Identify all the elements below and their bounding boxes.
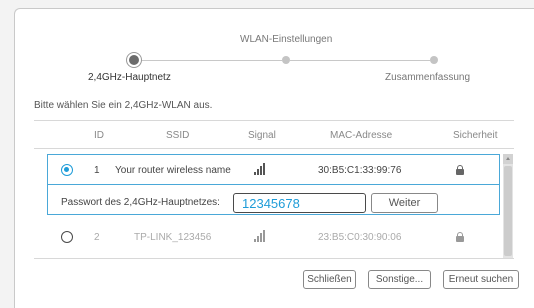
progress-line-right	[290, 60, 430, 61]
next-button[interactable]: Weiter	[371, 193, 438, 213]
step-3-indicator	[430, 56, 438, 64]
password-label: Passwort des 2,4GHz-Hauptnetzes:	[61, 197, 220, 208]
lock-icon	[456, 165, 464, 175]
close-button[interactable]: Schließen	[303, 270, 356, 289]
header-security: Sicherheit	[453, 130, 498, 141]
rescan-button[interactable]: Erneut suchen	[443, 270, 519, 289]
table-scrollbar[interactable]	[503, 154, 513, 258]
step-1-label: 2,4GHz-Hauptnetz	[88, 72, 171, 83]
header-id: ID	[94, 130, 104, 141]
other-button[interactable]: Sonstige...	[368, 270, 431, 289]
selected-row-divider	[48, 184, 499, 185]
row-1-radio[interactable]	[61, 164, 73, 176]
signal-strength-icon	[254, 230, 268, 242]
row-2-radio[interactable]	[61, 231, 73, 243]
footer-divider	[34, 258, 514, 259]
password-input[interactable]	[233, 193, 366, 213]
progress-line-left	[134, 60, 282, 61]
header-signal: Signal	[248, 130, 276, 141]
step-3-label: Zusammenfassung	[385, 72, 471, 83]
step-2-label: WLAN-Einstellungen	[240, 34, 333, 45]
row-1-mac: 30:B5:C1:33:99:76	[318, 165, 402, 176]
header-ssid: SSID	[166, 130, 190, 141]
step-1-indicator	[129, 55, 139, 65]
row-1-id: 1	[94, 165, 100, 176]
row-2-id: 2	[94, 232, 100, 243]
signal-strength-icon	[254, 163, 268, 175]
row-1-ssid: Your router wireless name	[115, 165, 231, 176]
scroll-up-arrow-icon[interactable]	[503, 154, 513, 164]
table-header-divider	[34, 148, 514, 149]
header-mac: MAC-Adresse	[330, 130, 393, 141]
row-2-ssid: TP-LINK_123456	[134, 232, 212, 243]
instruction-text: Bitte wählen Sie ein 2,4GHz-WLAN aus.	[34, 100, 213, 111]
scrollbar-thumb[interactable]	[504, 166, 512, 256]
table-top-divider	[34, 120, 514, 121]
row-2-mac: 23:B5:C0:30:90:06	[318, 232, 402, 243]
lock-icon	[456, 232, 464, 242]
step-2-indicator	[282, 56, 290, 64]
